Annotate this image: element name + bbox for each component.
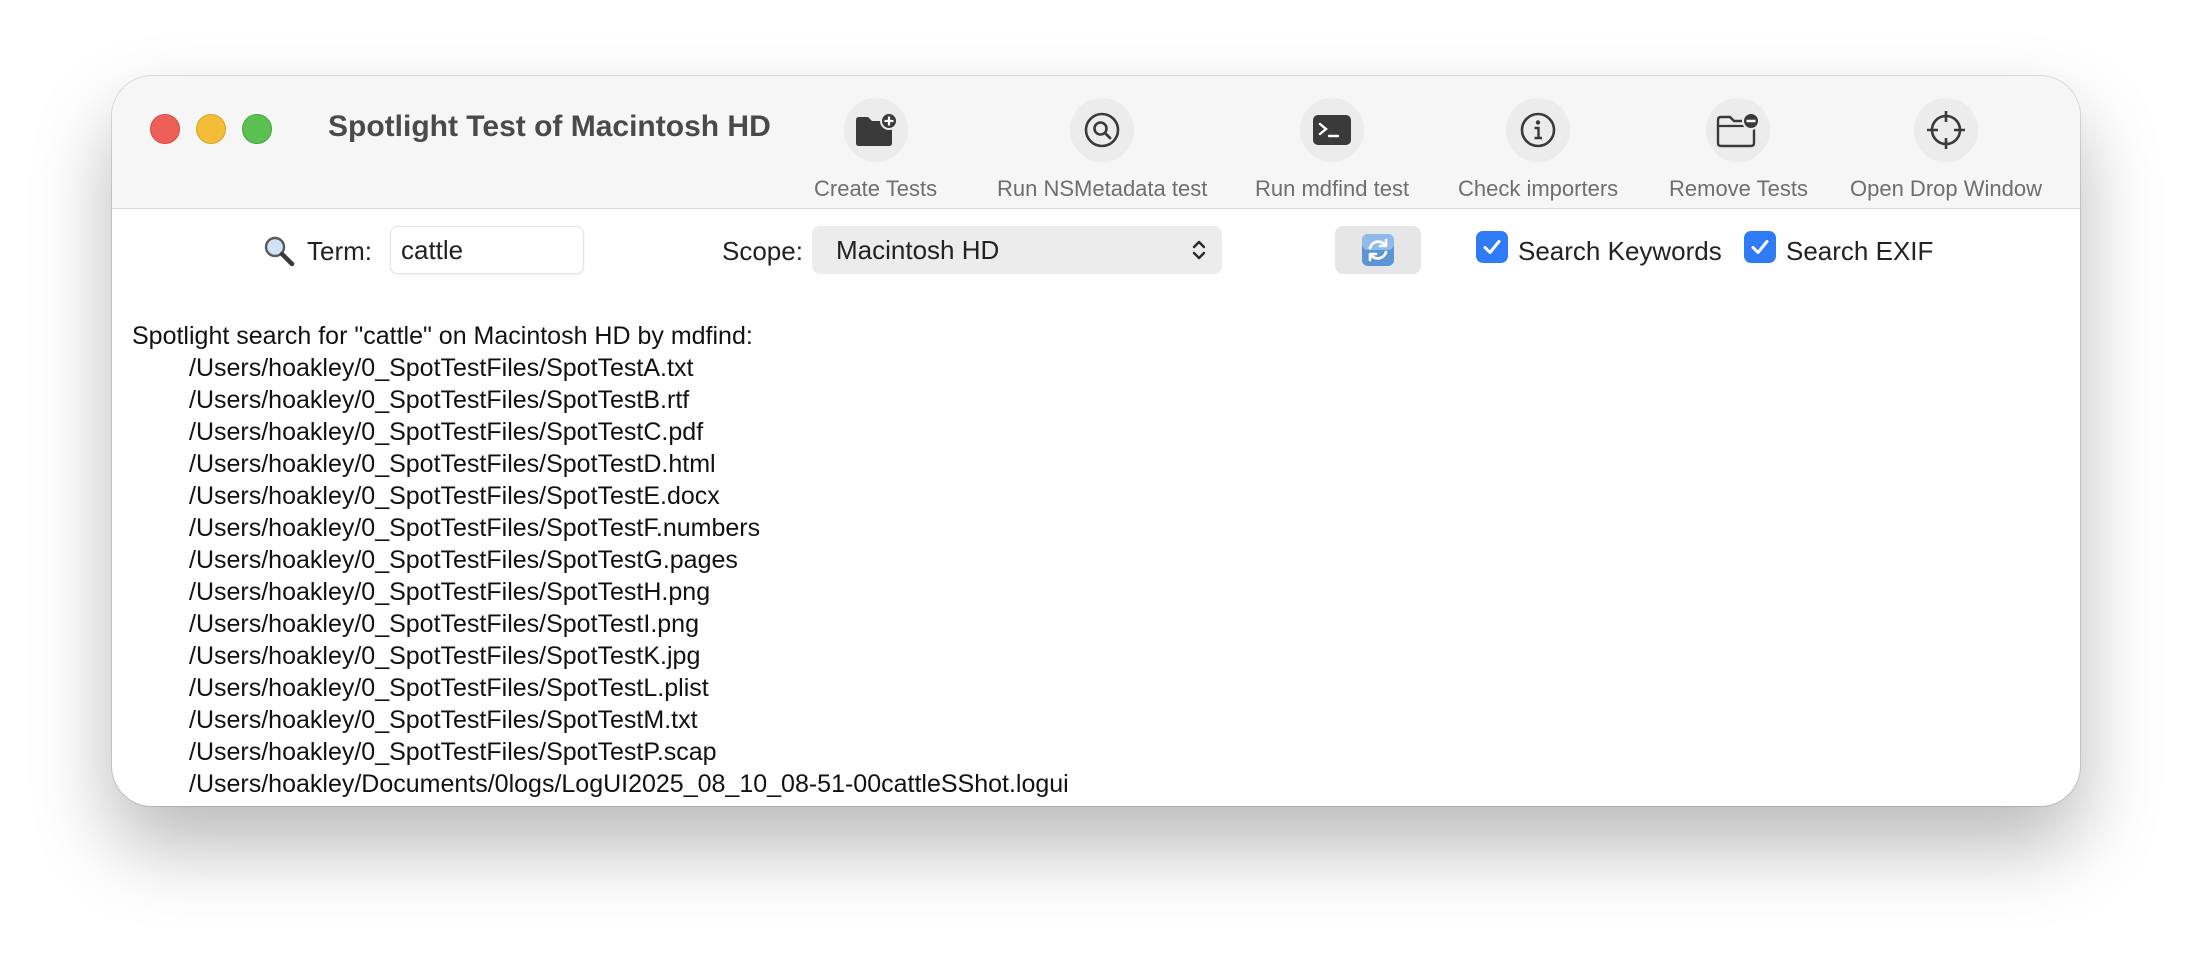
window-title: Spotlight Test of Macintosh HD (328, 110, 771, 143)
info-icon (1520, 112, 1556, 148)
result-line: /Users/hoakley/0_SpotTestFiles/SpotTestM… (189, 706, 698, 734)
scope-select-value: Macintosh HD (836, 235, 1000, 265)
search-exif-label[interactable]: Search EXIF (1786, 236, 1933, 267)
remove-tests-icon-button[interactable] (1706, 98, 1771, 162)
close-window-button[interactable] (150, 114, 180, 144)
open-drop-window-icon-button[interactable] (1913, 98, 1978, 162)
chevron-up-down-icon (1192, 240, 1206, 260)
refresh-button[interactable] (1335, 226, 1421, 274)
checkmark-icon (1483, 240, 1501, 254)
minimize-window-button[interactable] (196, 114, 226, 144)
open-drop-window-button[interactable]: Open Drop Window (1850, 98, 2042, 202)
result-line: /Users/hoakley/0_SpotTestFiles/SpotTestC… (189, 418, 704, 446)
result-line: /Users/hoakley/0_SpotTestFiles/SpotTestD… (189, 450, 716, 478)
folder-minus-icon (1717, 112, 1761, 148)
title-bar: Spotlight Test of Macintosh HD Create Te… (112, 76, 2080, 209)
scope-label: Scope: (722, 236, 803, 266)
result-line: /Users/hoakley/0_SpotTestFiles/SpotTestB… (189, 386, 690, 414)
result-line: /Users/hoakley/0_SpotTestFiles/SpotTestF… (189, 514, 761, 542)
result-line: /Users/hoakley/Documents/0logs/LogUI2025… (189, 770, 1069, 798)
terminal-icon (1313, 115, 1352, 145)
zoom-window-button[interactable] (242, 114, 272, 144)
result-line: /Users/hoakley/0_SpotTestFiles/SpotTestH… (189, 578, 711, 606)
scope-select[interactable]: Macintosh HD (812, 226, 1222, 274)
run-mdfind-label: Run mdfind test (1255, 176, 1410, 201)
result-line: /Users/hoakley/0_SpotTestFiles/SpotTestK… (189, 642, 701, 670)
create-tests-label: Create Tests (814, 176, 938, 201)
create-tests-icon-button[interactable] (843, 98, 908, 162)
remove-tests-button[interactable]: Remove Tests (1669, 98, 1808, 202)
result-line: /Users/hoakley/0_SpotTestFiles/SpotTestE… (189, 482, 720, 510)
result-line: /Users/hoakley/0_SpotTestFiles/SpotTestI… (189, 610, 699, 638)
result-line: /Users/hoakley/0_SpotTestFiles/SpotTestA… (189, 354, 694, 382)
results-heading: Spotlight search for "cattle" on Macinto… (132, 322, 753, 350)
search-keywords-checkbox[interactable] (1476, 231, 1508, 263)
crosshair-icon (1926, 111, 1965, 149)
run-mdfind-test-button[interactable]: Run mdfind test (1255, 98, 1409, 202)
run-mdfind-icon-button[interactable] (1300, 98, 1365, 162)
refresh-icon (1362, 234, 1394, 266)
magnifier-circle-icon (1084, 112, 1120, 148)
check-importers-label: Check importers (1458, 176, 1619, 201)
check-importers-button[interactable]: Check importers (1458, 98, 1618, 202)
search-keywords-label[interactable]: Search Keywords (1518, 236, 1722, 267)
result-line: /Users/hoakley/0_SpotTestFiles/SpotTestL… (189, 674, 709, 702)
results-text-view[interactable]: Spotlight search for "cattle" on Macinto… (112, 300, 2080, 806)
term-input[interactable] (390, 226, 584, 274)
search-icon (262, 234, 296, 276)
run-nsmetadata-icon-button[interactable] (1070, 98, 1135, 162)
create-tests-button[interactable]: Create Tests (814, 98, 937, 202)
search-exif-checkbox[interactable] (1744, 231, 1776, 263)
remove-tests-label: Remove Tests (1669, 176, 1808, 201)
open-drop-window-label: Open Drop Window (1850, 176, 2042, 201)
run-nsmetadata-test-button[interactable]: Run NSMetadata test (997, 98, 1207, 202)
run-nsmetadata-label: Run NSMetadata test (997, 176, 1208, 201)
check-importers-icon-button[interactable] (1506, 98, 1571, 162)
result-line: /Users/hoakley/0_SpotTestFiles/SpotTestG… (189, 546, 738, 574)
term-label: Term: (307, 236, 372, 266)
result-line: /Users/hoakley/0_SpotTestFiles/SpotTestP… (189, 738, 717, 766)
folder-plus-icon (855, 112, 898, 146)
checkmark-icon (1751, 240, 1769, 254)
app-window: Spotlight Test of Macintosh HD Create Te… (112, 76, 2080, 806)
